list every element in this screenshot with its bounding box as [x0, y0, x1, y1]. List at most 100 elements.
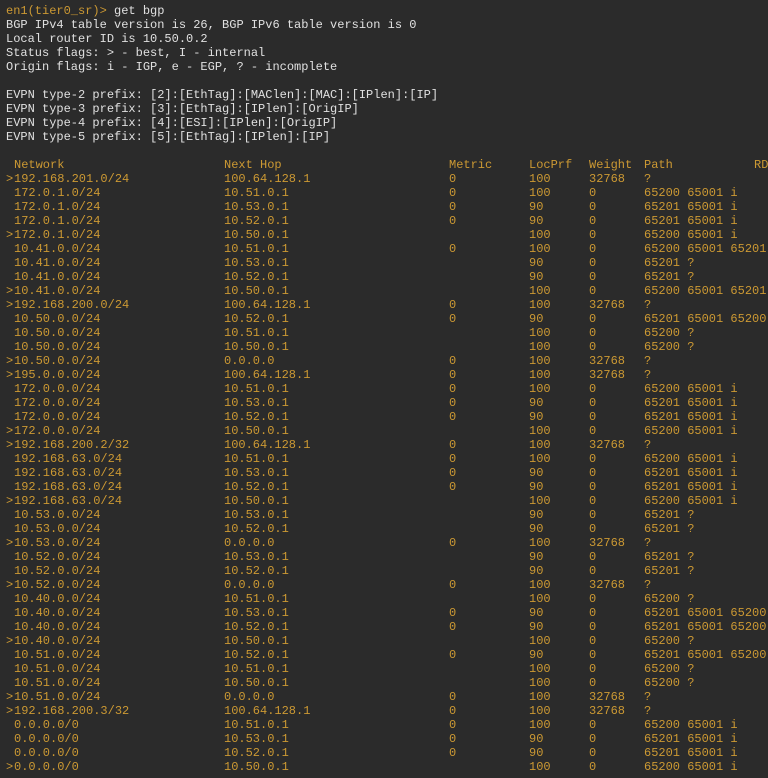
cell-path: 65201 ? — [644, 508, 754, 522]
cell-nexthop: 10.53.0.1 — [224, 606, 449, 620]
cell-network: 172.0.0.0/24 — [14, 410, 224, 424]
route-row: > 10.41.0.0/2410.50.0.1100065200 65001 6… — [6, 284, 762, 298]
route-row: 0.0.0.0/010.53.0.1090065201 65001 i — [6, 732, 762, 746]
route-row: 172.0.0.0/2410.51.0.10100065200 65001 i — [6, 382, 762, 396]
cell-flag — [6, 522, 14, 536]
cell-weight: 0 — [589, 522, 644, 536]
cell-flag — [6, 200, 14, 214]
cell-weight: 0 — [589, 452, 644, 466]
cell-locprf: 100 — [529, 578, 589, 592]
cell-locprf: 90 — [529, 648, 589, 662]
cell-nexthop: 10.50.0.1 — [224, 676, 449, 690]
cell-nexthop: 100.64.128.1 — [224, 172, 449, 186]
cell-metric: 0 — [449, 396, 529, 410]
cell-flag — [6, 746, 14, 760]
col-nexthop-hdr: Next Hop — [224, 158, 449, 172]
cell-network: 10.40.0.0/24 — [14, 634, 224, 648]
cell-weight: 0 — [589, 732, 644, 746]
cell-path: 65201 65001 i — [644, 214, 754, 228]
cell-flag — [6, 214, 14, 228]
cell-flag: > — [6, 578, 14, 592]
cell-locprf: 90 — [529, 200, 589, 214]
cell-locprf: 100 — [529, 228, 589, 242]
cell-weight: 32768 — [589, 438, 644, 452]
route-row: > 10.51.0.0/240.0.0.0010032768? — [6, 690, 762, 704]
cell-nexthop: 10.52.0.1 — [224, 214, 449, 228]
cell-weight: 0 — [589, 620, 644, 634]
header-block: BGP IPv4 table version is 26, BGP IPv6 t… — [6, 18, 762, 144]
cell-locprf: 90 — [529, 620, 589, 634]
cell-path: 65201 65001 i — [644, 410, 754, 424]
cell-metric: 0 — [449, 410, 529, 424]
route-row: 192.168.63.0/2410.51.0.10100065200 65001… — [6, 452, 762, 466]
cell-weight: 0 — [589, 662, 644, 676]
cell-locprf: 90 — [529, 550, 589, 564]
cell-flag — [6, 466, 14, 480]
cell-flag: > — [6, 298, 14, 312]
cell-path: 65200 ? — [644, 676, 754, 690]
cell-network: 172.0.1.0/24 — [14, 214, 224, 228]
cell-nexthop: 10.52.0.1 — [224, 564, 449, 578]
cell-flag — [6, 662, 14, 676]
cell-network: 192.168.63.0/24 — [14, 466, 224, 480]
cell-path: 65201 65001 i — [644, 466, 754, 480]
cell-metric: 0 — [449, 732, 529, 746]
cell-weight: 0 — [589, 270, 644, 284]
cell-flag — [6, 718, 14, 732]
cell-locprf: 100 — [529, 536, 589, 550]
col-flag-hdr — [6, 158, 14, 172]
cell-network: 10.51.0.0/24 — [14, 648, 224, 662]
cell-nexthop: 10.51.0.1 — [224, 452, 449, 466]
route-row: 10.41.0.0/2410.53.0.190065201 ? — [6, 256, 762, 270]
cell-nexthop: 10.53.0.1 — [224, 466, 449, 480]
cell-path: 65200 65001 i — [644, 718, 754, 732]
route-row: > 10.53.0.0/240.0.0.0010032768? — [6, 536, 762, 550]
cell-weight: 0 — [589, 312, 644, 326]
cell-nexthop: 10.51.0.1 — [224, 186, 449, 200]
cell-network: 10.51.0.0/24 — [14, 662, 224, 676]
header-line: Status flags: > - best, I - internal — [6, 46, 762, 60]
cell-flag — [6, 592, 14, 606]
cell-network: 172.0.0.0/24 — [14, 396, 224, 410]
cell-path: 65200 65001 i — [644, 494, 754, 508]
cell-network: 195.0.0.0/24 — [14, 368, 224, 382]
cell-weight: 0 — [589, 564, 644, 578]
cell-locprf: 100 — [529, 242, 589, 256]
cell-nexthop: 10.50.0.1 — [224, 340, 449, 354]
cell-metric: 0 — [449, 354, 529, 368]
cell-path: 65200 65001 i — [644, 760, 754, 774]
route-row: 172.0.0.0/2410.53.0.1090065201 65001 i — [6, 396, 762, 410]
cell-nexthop: 10.53.0.1 — [224, 550, 449, 564]
cell-nexthop: 10.51.0.1 — [224, 718, 449, 732]
cell-flag — [6, 340, 14, 354]
cell-nexthop: 10.50.0.1 — [224, 424, 449, 438]
route-table-body: > 192.168.201.0/24100.64.128.1010032768?… — [6, 172, 762, 774]
col-weight-hdr: Weight — [589, 158, 644, 172]
cell-metric: 0 — [449, 746, 529, 760]
cell-path: ? — [644, 354, 754, 368]
cell-metric: 0 — [449, 438, 529, 452]
route-row: 10.50.0.0/2410.51.0.1100065200 ? — [6, 326, 762, 340]
header-line: Local router ID is 10.50.0.2 — [6, 32, 762, 46]
cell-network: 0.0.0.0/0 — [14, 746, 224, 760]
cell-weight: 32768 — [589, 536, 644, 550]
terminal-window[interactable]: en1(tier0_sr)> get bgp BGP IPv4 table ve… — [0, 0, 768, 778]
cell-weight: 32768 — [589, 690, 644, 704]
prompt-line: en1(tier0_sr)> get bgp — [6, 4, 762, 18]
cell-network: 192.168.63.0/24 — [14, 480, 224, 494]
cell-locprf: 100 — [529, 634, 589, 648]
cell-network: 172.0.0.0/24 — [14, 382, 224, 396]
route-row: 172.0.1.0/2410.51.0.10100065200 65001 i — [6, 186, 762, 200]
cell-path: 65201 ? — [644, 564, 754, 578]
cell-path: 65200 65001 65201 ? — [644, 242, 754, 256]
col-metric-hdr: Metric — [449, 158, 529, 172]
cell-flag — [6, 326, 14, 340]
cell-flag — [6, 270, 14, 284]
cell-network: 10.50.0.0/24 — [14, 354, 224, 368]
cell-nexthop: 10.52.0.1 — [224, 522, 449, 536]
cell-metric: 0 — [449, 186, 529, 200]
cell-metric: 0 — [449, 690, 529, 704]
cell-locprf: 90 — [529, 214, 589, 228]
cell-weight: 0 — [589, 228, 644, 242]
cell-locprf: 90 — [529, 732, 589, 746]
